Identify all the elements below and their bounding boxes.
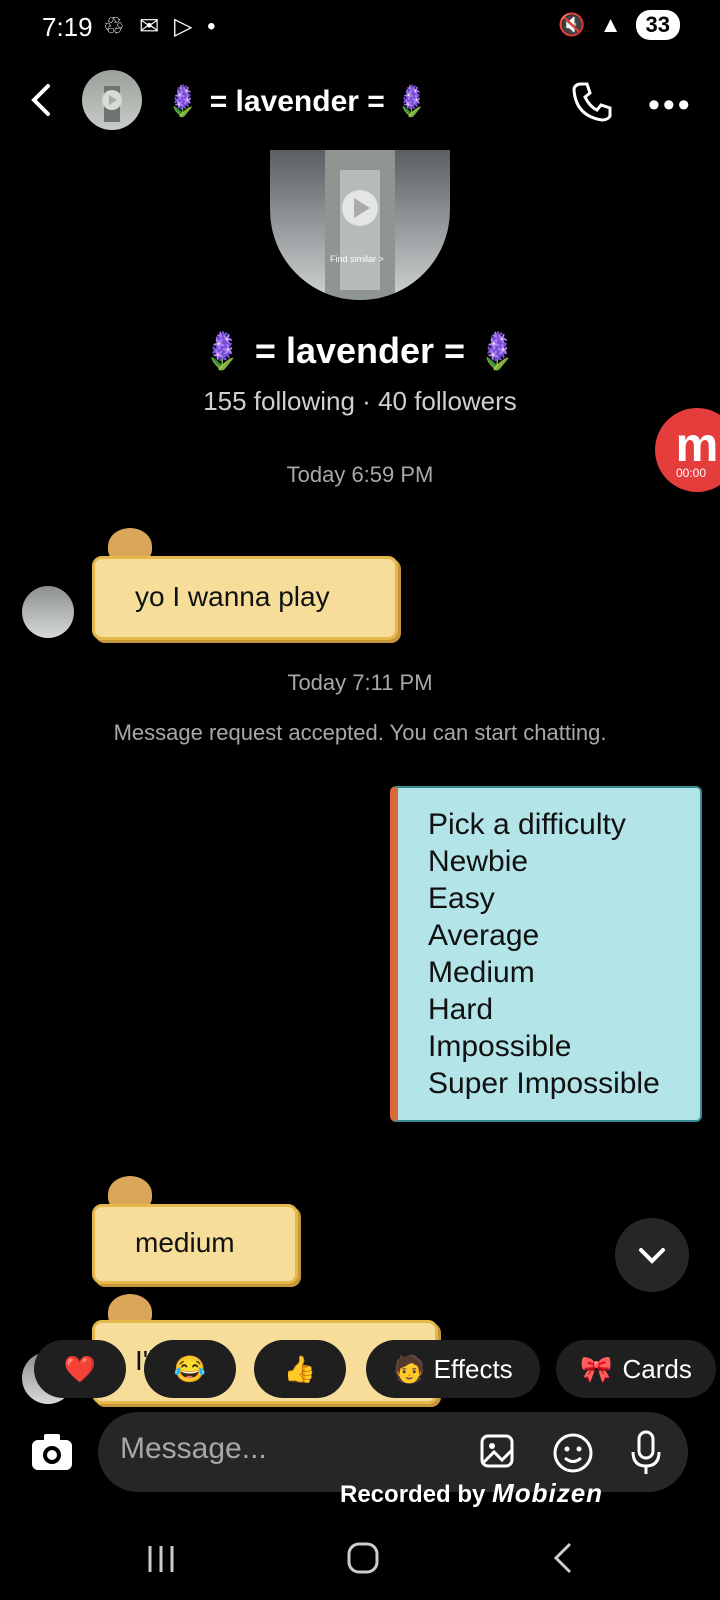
mobizen-logo: Mobizen <box>492 1478 604 1508</box>
message-bubble[interactable]: yo I wanna play <box>92 556 398 640</box>
phone-icon[interactable] <box>570 80 614 124</box>
menu-line: Hard <box>428 993 494 1026</box>
mic-icon[interactable] <box>628 1430 664 1476</box>
system-back-icon[interactable] <box>550 1540 576 1576</box>
cards-button[interactable]: 🎀 Cards <box>556 1340 716 1398</box>
sender-avatar[interactable] <box>22 586 74 638</box>
profile-name: 🪻 = lavender = 🪻 <box>200 330 520 371</box>
camera-icon[interactable] <box>30 1432 74 1472</box>
recorder-watermark: Recorded by Mobizen <box>340 1478 603 1509</box>
header-title[interactable]: 🪻 = lavender = 🪻 <box>164 84 430 119</box>
menu-line: Impossible <box>428 1030 572 1063</box>
heart-icon[interactable]: ❤️ <box>34 1340 126 1398</box>
timestamp: Today 7:11 PM <box>287 670 433 695</box>
cards-label: Cards <box>622 1353 692 1384</box>
menu-line: Newbie <box>428 845 529 878</box>
status-time: 7:19 <box>42 12 93 42</box>
effects-label: Effects <box>433 1353 513 1384</box>
header-avatar[interactable] <box>82 70 142 130</box>
status-right: 🔇 ▲ 33 <box>558 10 680 40</box>
mute-icon: 🔇 <box>558 12 586 37</box>
system-message: Message request accepted. You can start … <box>113 720 607 745</box>
message-bubble[interactable]: medium <box>92 1204 298 1284</box>
message-bubble-outgoing[interactable]: Pick a difficulty Newbie Easy Average Me… <box>390 786 702 1122</box>
home-icon[interactable] <box>345 1540 381 1576</box>
menu-line: Pick a difficulty <box>428 808 626 841</box>
gallery-icon[interactable] <box>478 1432 518 1472</box>
recorded-by-label: Recorded by <box>340 1481 486 1508</box>
more-icon[interactable]: ••• <box>648 86 693 125</box>
profile-avatar[interactable]: Find similar > <box>270 150 450 300</box>
laugh-icon[interactable]: 😂 <box>144 1340 236 1398</box>
message-text: medium <box>135 1227 235 1258</box>
cards-icon: 🎀 <box>580 1353 613 1384</box>
menu-line: Average <box>428 919 540 952</box>
message-placeholder: Message... <box>120 1432 267 1465</box>
profile-stats: 155 following · 40 followers <box>203 386 517 416</box>
recent-apps-icon[interactable] <box>146 1542 176 1576</box>
status-notification-icons: ♲ ✉ ▷ • <box>103 13 220 40</box>
timestamp: Today 6:59 PM <box>286 462 434 487</box>
effects-button[interactable]: 🧑 Effects <box>366 1340 540 1398</box>
menu-line: Medium <box>428 956 535 989</box>
find-similar-label: Find similar > <box>330 254 384 264</box>
effects-icon: 🧑 <box>393 1353 426 1384</box>
wifi-icon: ▲ <box>599 12 622 37</box>
chevron-down-icon[interactable] <box>615 1218 689 1292</box>
battery-badge: 33 <box>635 10 680 40</box>
message-text: yo I wanna play <box>135 581 330 612</box>
menu-line: Easy <box>428 882 495 915</box>
system-nav-bar <box>0 1530 720 1600</box>
menu-line: Super Impossible <box>428 1067 660 1100</box>
back-icon[interactable] <box>26 80 56 120</box>
sticker-icon[interactable] <box>552 1432 594 1474</box>
thumbs-up-icon[interactable]: 👍 <box>254 1340 346 1398</box>
